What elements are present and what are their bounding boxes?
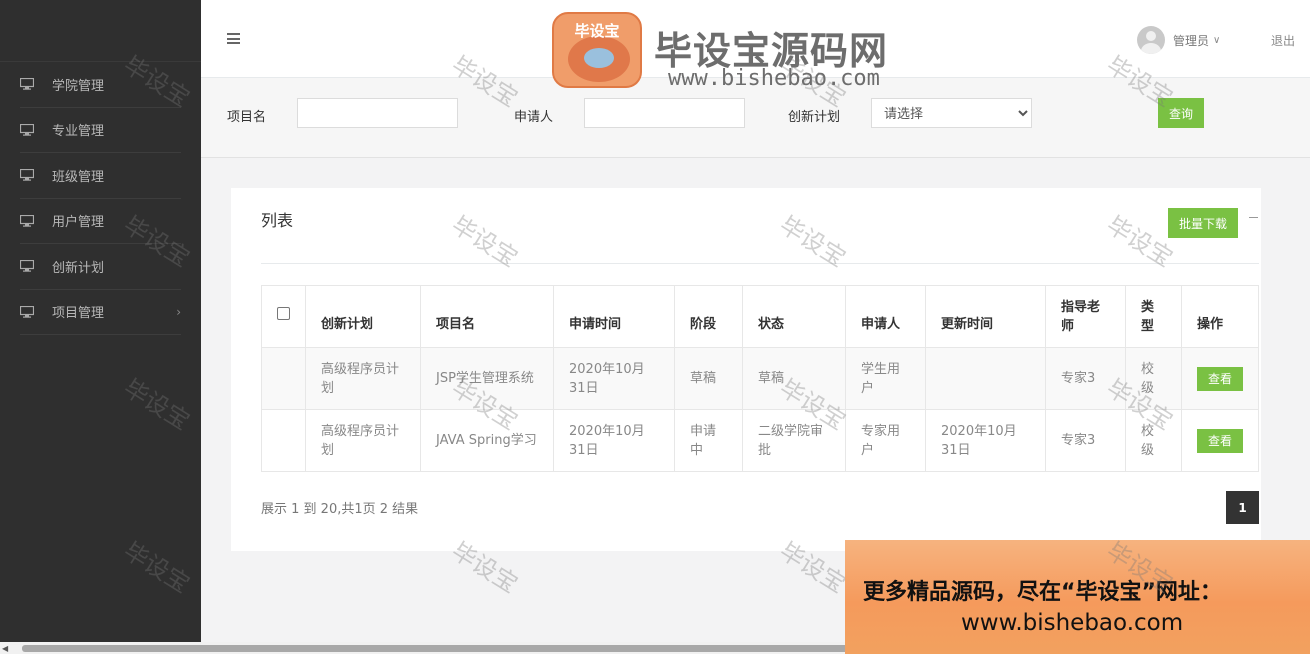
sidebar-item-innovation-plan[interactable]: 创新计划 — [20, 244, 181, 290]
row-select-cell — [261, 347, 306, 410]
cell-apply-time: 2020年10月31日 — [553, 347, 675, 410]
cell-action: 查看 — [1181, 347, 1259, 410]
select-all-checkbox[interactable] — [277, 307, 290, 320]
monitor-icon — [20, 214, 34, 227]
column-header: 类型 — [1125, 285, 1182, 348]
pagination-info: 展示 1 到 20,共1页 2 结果 — [261, 502, 419, 517]
list-panel: 列表 批量下载 创新计划 项目名 申请时间 阶段 状态 申请人 更新时间 指导老… — [231, 188, 1261, 551]
monitor-icon — [20, 78, 34, 90]
monitor-icon — [20, 123, 34, 136]
innovation-plan-select[interactable]: 请选择 — [871, 98, 1032, 128]
cell-plan: 高级程序员计划 — [305, 409, 421, 472]
cell-update-time: 2020年10月31日 — [925, 409, 1046, 472]
column-header: 阶段 — [674, 285, 743, 348]
scroll-thumb[interactable] — [22, 645, 882, 652]
applicant-input[interactable] — [584, 98, 745, 128]
promo-url: www.bishebao.com — [961, 610, 1184, 636]
cell-type: 校级 — [1125, 409, 1182, 472]
batch-download-button[interactable]: 批量下载 — [1168, 208, 1238, 238]
sidebar: 学院管理 专业管理 班级管理 用户管理 创新计划 项目管理 › — [0, 0, 201, 642]
cell-applicant: 专家用户 — [845, 409, 926, 472]
sidebar-header — [0, 0, 201, 62]
sidebar-item-label: 创新计划 — [52, 260, 105, 276]
column-header: 项目名 — [420, 285, 554, 348]
user-name: 管理员 — [1173, 33, 1210, 48]
monitor-icon — [20, 305, 34, 318]
project-table: 创新计划 项目名 申请时间 阶段 状态 申请人 更新时间 指导老师 类型 操作 … — [261, 285, 1259, 472]
top-navbar: 管理员 ∨ 退出 — [201, 0, 1310, 78]
page-button-current[interactable]: 1 — [1226, 491, 1259, 524]
sidebar-nav: 学院管理 专业管理 班级管理 用户管理 创新计划 项目管理 › — [0, 62, 201, 335]
column-header: 申请人 — [845, 285, 926, 348]
column-header: 创新计划 — [305, 285, 421, 348]
column-header: 状态 — [742, 285, 846, 348]
row-select-cell — [261, 409, 306, 472]
cell-applicant: 学生用户 — [845, 347, 926, 410]
promo-banner: 更多精品源码，尽在“毕设宝”网址： www.bishebao.com — [845, 540, 1310, 654]
sidebar-item-label: 用户管理 — [52, 215, 105, 231]
sidebar-item-projects[interactable]: 项目管理 › — [20, 290, 181, 335]
innovation-plan-label: 创新计划 — [788, 110, 841, 125]
table-row: 高级程序员计划 JAVA Spring学习 2020年10月31日 申请中 二级… — [261, 409, 1259, 472]
cell-type: 校级 — [1125, 347, 1182, 410]
collapse-icon[interactable] — [1249, 217, 1258, 218]
view-button[interactable]: 查看 — [1197, 366, 1243, 391]
cell-stage: 草稿 — [674, 347, 743, 410]
scroll-left-icon[interactable]: ◀ — [2, 644, 8, 653]
project-name-label: 项目名 — [227, 110, 267, 125]
query-button[interactable]: 查询 — [1158, 98, 1204, 128]
applicant-label: 申请人 — [514, 110, 554, 125]
divider — [261, 263, 1259, 264]
cell-stage: 申请中 — [674, 409, 743, 472]
user-menu[interactable]: 管理员 ∨ — [1137, 26, 1220, 54]
monitor-icon — [20, 260, 34, 272]
cell-status: 草稿 — [742, 347, 846, 410]
promo-text: 更多精品源码，尽在“毕设宝”网址： — [863, 580, 1222, 605]
project-name-input[interactable] — [297, 98, 458, 128]
sidebar-item-class[interactable]: 班级管理 — [20, 153, 181, 199]
chevron-right-icon: › — [176, 304, 181, 319]
sidebar-item-label: 项目管理 — [52, 306, 105, 322]
column-header: 申请时间 — [553, 285, 675, 348]
table-row: 高级程序员计划 JSP学生管理系统 2020年10月31日 草稿 草稿 学生用户… — [261, 347, 1259, 410]
column-header: 操作 — [1181, 285, 1259, 348]
sidebar-item-label: 学院管理 — [52, 78, 105, 94]
cell-apply-time: 2020年10月31日 — [553, 409, 675, 472]
view-button[interactable]: 查看 — [1197, 428, 1243, 453]
cell-status: 二级学院审批 — [742, 409, 846, 472]
sidebar-item-college[interactable]: 学院管理 — [20, 62, 181, 108]
chevron-down-icon: ∨ — [1213, 34, 1221, 46]
column-header: 指导老师 — [1045, 285, 1126, 348]
monitor-icon — [20, 169, 34, 181]
cell-project: JSP学生管理系统 — [420, 347, 554, 410]
cell-project: JAVA Spring学习 — [420, 409, 554, 472]
column-header: 更新时间 — [925, 285, 1046, 348]
sidebar-item-label: 班级管理 — [52, 169, 105, 185]
cell-plan: 高级程序员计划 — [305, 347, 421, 410]
select-all-cell — [261, 285, 306, 348]
panel-title: 列表 — [261, 211, 294, 230]
search-form: 项目名 申请人 创新计划 请选择 查询 — [201, 78, 1310, 158]
cell-advisor: 专家3 — [1045, 347, 1126, 410]
avatar — [1137, 26, 1165, 54]
sidebar-item-label: 专业管理 — [52, 124, 105, 140]
table-header-row: 创新计划 项目名 申请时间 阶段 状态 申请人 更新时间 指导老师 类型 操作 — [261, 285, 1259, 348]
sidebar-item-users[interactable]: 用户管理 — [20, 199, 181, 244]
cell-advisor: 专家3 — [1045, 409, 1126, 472]
menu-toggle-icon[interactable] — [227, 33, 240, 44]
cell-update-time — [925, 347, 1046, 410]
cell-action: 查看 — [1181, 409, 1259, 472]
logout-link[interactable]: 退出 — [1271, 32, 1295, 49]
sidebar-item-major[interactable]: 专业管理 — [20, 108, 181, 153]
